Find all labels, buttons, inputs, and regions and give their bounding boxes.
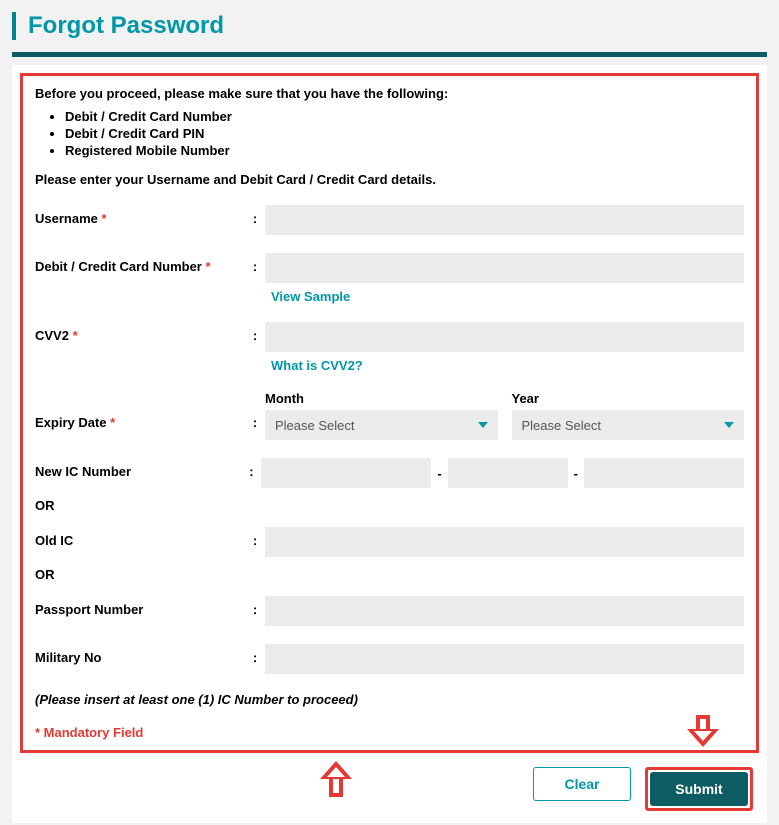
row-expiry: Expiry Date * : Month Please Select Year [35, 391, 744, 440]
username-input[interactable] [265, 205, 744, 235]
required-mark: * [73, 328, 78, 343]
year-select[interactable]: Please Select [512, 410, 745, 440]
content-panel: Before you proceed, please make sure tha… [12, 65, 767, 823]
label-month: Month [265, 391, 498, 406]
row-old-ic: Old IC : [35, 527, 744, 557]
form-highlight-box: Before you proceed, please make sure tha… [20, 73, 759, 753]
old-ic-input[interactable] [265, 527, 744, 557]
ic-note: (Please insert at least one (1) IC Numbe… [35, 692, 744, 707]
label-cvv2: CVV2 * [35, 322, 245, 343]
row-card-number: Debit / Credit Card Number * : View Samp… [35, 253, 744, 304]
what-is-cvv2-link[interactable]: What is CVV2? [265, 358, 363, 373]
page-title-block: Forgot Password [12, 12, 767, 40]
month-select[interactable]: Please Select [265, 410, 498, 440]
label-military: Military No [35, 644, 245, 665]
clear-button[interactable]: Clear [533, 767, 631, 801]
submit-button[interactable]: Submit [650, 772, 748, 806]
label-new-ic: New IC Number [35, 458, 242, 479]
new-ic-part2-input[interactable] [448, 458, 568, 488]
chevron-down-icon [724, 422, 734, 428]
requirement-item: Registered Mobile Number [65, 143, 744, 158]
arrow-down-icon [687, 715, 719, 753]
requirement-item: Debit / Credit Card PIN [65, 126, 744, 141]
intro-text: Before you proceed, please make sure tha… [35, 86, 744, 101]
instruction-text: Please enter your Username and Debit Car… [35, 172, 744, 187]
header-divider [12, 52, 767, 57]
row-military: Military No : [35, 644, 744, 674]
mandatory-field-note: * Mandatory Field [35, 725, 744, 740]
row-passport: Passport Number : [35, 596, 744, 626]
or-separator: OR [35, 567, 744, 582]
row-username: Username * : [35, 205, 744, 235]
military-input[interactable] [265, 644, 744, 674]
requirements-list: Debit / Credit Card Number Debit / Credi… [35, 109, 744, 158]
required-mark: * [102, 211, 107, 226]
submit-highlight-box: Submit [645, 767, 753, 811]
label-expiry: Expiry Date * [35, 391, 245, 430]
label-card-number: Debit / Credit Card Number * [35, 253, 245, 274]
requirement-item: Debit / Credit Card Number [65, 109, 744, 124]
row-cvv2: CVV2 * : What is CVV2? [35, 322, 744, 373]
view-sample-link[interactable]: View Sample [265, 289, 350, 304]
label-username: Username * [35, 205, 245, 226]
label-year: Year [512, 391, 745, 406]
label-old-ic: Old IC [35, 527, 245, 548]
arrow-up-icon [320, 761, 352, 799]
required-mark: * [205, 259, 210, 274]
required-mark: * [110, 415, 115, 430]
new-ic-part3-input[interactable] [584, 458, 744, 488]
chevron-down-icon [478, 422, 488, 428]
or-separator: OR [35, 498, 744, 513]
label-passport: Passport Number [35, 596, 245, 617]
cvv2-input[interactable] [265, 322, 744, 352]
passport-input[interactable] [265, 596, 744, 626]
button-row: Clear Submit [20, 753, 759, 815]
row-new-ic: New IC Number : - - [35, 458, 744, 488]
new-ic-part1-input[interactable] [261, 458, 431, 488]
card-number-input[interactable] [265, 253, 744, 283]
page-title: Forgot Password [28, 12, 767, 40]
